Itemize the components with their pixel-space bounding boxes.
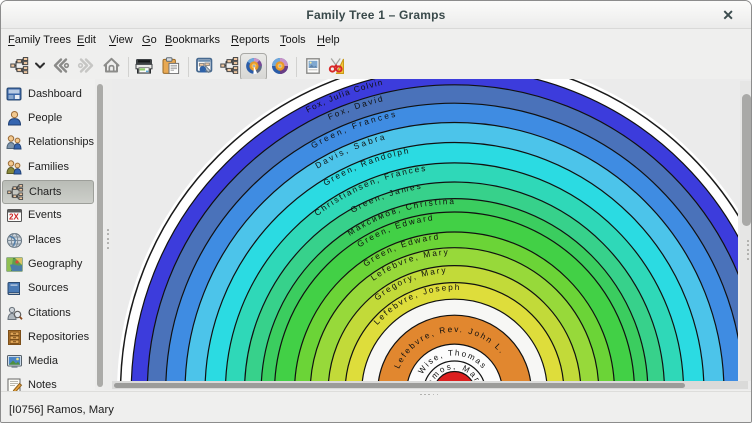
svg-text:2X: 2X: [9, 213, 19, 222]
